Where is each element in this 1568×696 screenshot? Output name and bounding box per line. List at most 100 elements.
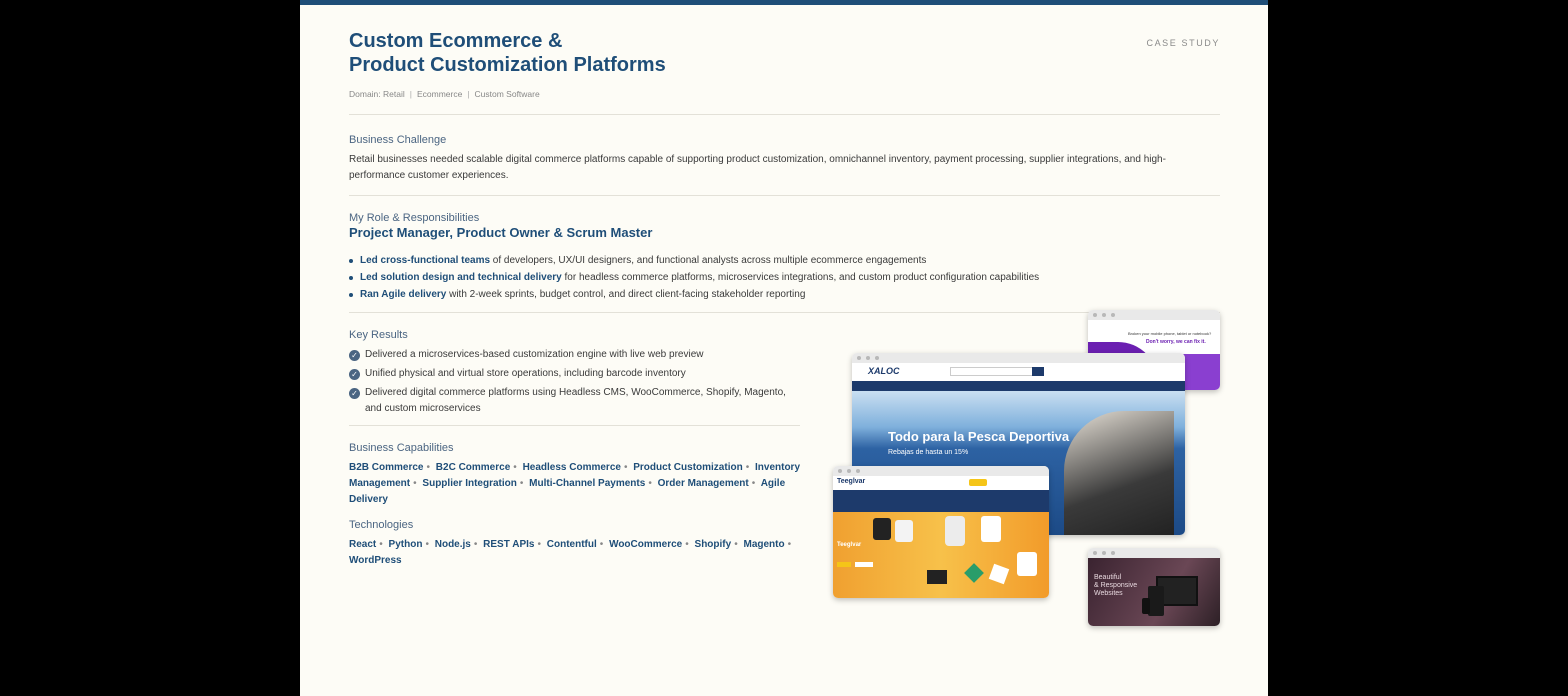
- capabilities-list: B2B Commerce • B2C Commerce • Headless Com…: [349, 460, 809, 508]
- search-icon: [1032, 367, 1044, 376]
- capability-separator: •: [426, 462, 430, 473]
- capability-separator: •: [648, 478, 652, 489]
- domain-separator: |: [467, 89, 470, 99]
- result-item: ✓ Delivered a microservices-based customi…: [349, 347, 789, 363]
- content-area: Custom Ecommerce & Product Customization…: [349, 5, 1220, 695]
- apparel-nav: [833, 490, 1049, 512]
- role-title: Project Manager, Product Owner & Scrum M…: [349, 225, 653, 240]
- technology-separator: •: [537, 539, 541, 550]
- domain-line: Domain: Retail | Ecommerce | Custom Software: [349, 89, 540, 99]
- bag-image: [927, 570, 947, 584]
- technologies-list: React • Python • Node.js • REST APIs • Conte…: [349, 537, 809, 569]
- fishing-hero-subtitle: Rebajas de hasta un 15%: [888, 449, 969, 456]
- technology-item: React: [349, 539, 377, 550]
- responsibility-list: Led cross-functional teams of developers…: [349, 252, 1209, 303]
- phone-mockup: [1142, 598, 1150, 614]
- domain-item: Custom Software: [474, 89, 540, 99]
- web-agency-body: Beautiful & Responsive Websites: [1088, 558, 1220, 626]
- capability-item: B2C Commerce: [435, 462, 511, 473]
- bullet-icon: [349, 293, 353, 297]
- hoodie-image: [945, 516, 965, 546]
- domain-item: Domain: Retail: [349, 89, 405, 99]
- capability-separator: •: [623, 462, 628, 473]
- results-list: ✓ Delivered a microservices-based customi…: [349, 347, 789, 420]
- result-text: Delivered digital commerce platforms usi…: [365, 387, 786, 414]
- check-icon: ✓: [349, 369, 360, 380]
- responsibility-text: with 2-week sprints, budget control, and…: [446, 289, 806, 300]
- fishing-hero-title: Todo para la Pesca Deportiva: [888, 429, 1070, 444]
- repair-tagline: Don't worry, we can fix it.: [1146, 339, 1206, 345]
- window-bar: [852, 353, 1185, 363]
- responsibility-item: Ran Agile delivery with 2-week sprints, …: [349, 286, 1209, 303]
- check-icon: ✓: [349, 350, 360, 361]
- tshirt-image: [1017, 552, 1037, 576]
- technologies-heading: Technologies: [349, 519, 414, 531]
- page-title: Custom Ecommerce & Product Customization…: [349, 29, 666, 77]
- apparel-secondary-button: [855, 562, 873, 567]
- capability-item: B2B Commerce: [349, 462, 424, 473]
- capability-separator: •: [751, 478, 756, 489]
- capabilities-heading: Business Capabilities: [349, 442, 454, 454]
- capability-item: Multi-Channel Payments: [529, 478, 646, 489]
- apparel-cta-button: [837, 562, 851, 567]
- agency-line: & Responsive: [1094, 582, 1138, 589]
- green-item-image: [964, 563, 984, 583]
- apparel-hero-title: Teeglvar: [837, 542, 862, 548]
- case-study-tag: CASE STUDY: [1146, 38, 1220, 48]
- responsibility-item: Led solution design and technical delive…: [349, 269, 1209, 286]
- case-study-page: Custom Ecommerce & Product Customization…: [300, 0, 1268, 696]
- window-bar: [1088, 310, 1220, 320]
- technology-separator: •: [787, 539, 792, 550]
- responsibility-item: Led cross-functional teams of developers…: [349, 252, 1209, 269]
- repair-headline: Broken your mobile phone, tablet or note…: [1128, 331, 1212, 336]
- responsibility-text: for headless commerce platforms, microse…: [561, 272, 1040, 283]
- tablet-mockup: [1148, 586, 1164, 616]
- responsibility-highlight: Led solution design and technical delive…: [360, 272, 562, 283]
- technology-item: Python: [388, 539, 423, 550]
- divider: [349, 425, 800, 426]
- capability-separator: •: [519, 478, 524, 489]
- technology-item: WordPress: [349, 555, 402, 566]
- domain-item: Ecommerce: [416, 89, 463, 99]
- technology-item: REST APIs: [483, 539, 535, 550]
- teeglvar-logo: Teeglvar: [837, 478, 866, 485]
- responsibility-highlight: Led cross-functional teams: [360, 255, 491, 266]
- title-line-2: Product Customization Platforms: [349, 54, 666, 76]
- challenge-heading: Business Challenge: [349, 134, 447, 146]
- technology-item: Shopify: [694, 539, 732, 550]
- technology-separator: •: [473, 539, 478, 550]
- bullet-icon: [349, 276, 353, 280]
- apparel-search-button: [969, 479, 987, 486]
- technology-item: Magento: [743, 539, 785, 550]
- technology-item: WooCommerce: [609, 539, 683, 550]
- result-item: ✓ Unified physical and virtual store oper…: [349, 366, 789, 382]
- xaloc-logo: XALOC: [868, 366, 900, 376]
- capability-item: Supplier Integration: [422, 478, 517, 489]
- tshirt-image: [873, 518, 891, 540]
- capability-item: Headless Commerce: [522, 462, 621, 473]
- results-heading: Key Results: [349, 329, 408, 341]
- check-icon: ✓: [349, 388, 360, 399]
- apparel-header: Teeglvar: [833, 476, 1049, 490]
- window-bar: [833, 466, 1049, 476]
- domain-separator: |: [409, 89, 412, 99]
- divider: [349, 114, 1220, 115]
- agency-headline: Beautiful & Responsive Websites: [1094, 574, 1137, 598]
- technology-item: Node.js: [434, 539, 471, 550]
- capability-separator: •: [745, 462, 750, 473]
- capability-item: Order Management: [657, 478, 749, 489]
- fisherman-image: [1064, 411, 1174, 535]
- title-line-1: Custom Ecommerce &: [349, 30, 563, 52]
- tshirt-image: [895, 520, 913, 542]
- agency-line: Websites: [1094, 590, 1123, 597]
- capability-item: Product Customization: [633, 462, 743, 473]
- technology-separator: •: [734, 539, 738, 550]
- fishing-search-box: [950, 367, 1040, 376]
- web-agency-screenshot: Beautiful & Responsive Websites: [1088, 548, 1220, 626]
- fishing-nav: [852, 381, 1185, 391]
- result-item: ✓ Delivered digital commerce platforms us…: [349, 385, 789, 417]
- technology-separator: •: [685, 539, 689, 550]
- longsleeve-image: [981, 516, 1001, 542]
- responsibility-text: of developers, UX/UI designers, and func…: [490, 255, 927, 266]
- apparel-site-screenshot: Teeglvar Teeglvar: [833, 466, 1049, 598]
